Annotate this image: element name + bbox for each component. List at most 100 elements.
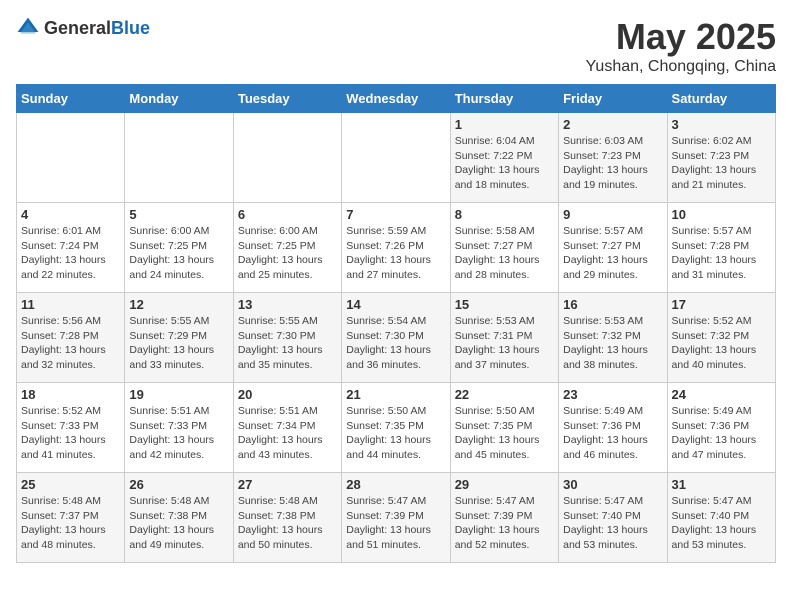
day-info: Sunrise: 5:47 AM Sunset: 7:39 PM Dayligh… [455, 494, 554, 553]
day-cell: 7 Sunrise: 5:59 AM Sunset: 7:26 PM Daylig… [342, 203, 450, 293]
day-cell: 23 Sunrise: 5:49 AM Sunset: 7:36 PM Dayli… [559, 383, 667, 473]
day-number: 20 [238, 387, 337, 402]
day-cell: 4 Sunrise: 6:01 AM Sunset: 7:24 PM Daylig… [17, 203, 125, 293]
header-cell-wednesday: Wednesday [342, 85, 450, 113]
day-info: Sunrise: 5:57 AM Sunset: 7:27 PM Dayligh… [563, 224, 662, 283]
day-number: 7 [346, 207, 445, 222]
day-info: Sunrise: 6:04 AM Sunset: 7:22 PM Dayligh… [455, 134, 554, 193]
day-info: Sunrise: 5:48 AM Sunset: 7:38 PM Dayligh… [238, 494, 337, 553]
day-number: 8 [455, 207, 554, 222]
day-info: Sunrise: 5:51 AM Sunset: 7:34 PM Dayligh… [238, 404, 337, 463]
day-cell: 25 Sunrise: 5:48 AM Sunset: 7:37 PM Dayli… [17, 473, 125, 563]
day-info: Sunrise: 6:00 AM Sunset: 7:25 PM Dayligh… [129, 224, 228, 283]
day-number: 6 [238, 207, 337, 222]
day-number: 19 [129, 387, 228, 402]
day-info: Sunrise: 5:52 AM Sunset: 7:33 PM Dayligh… [21, 404, 120, 463]
day-number: 23 [563, 387, 662, 402]
day-cell [17, 113, 125, 203]
day-cell: 17Sunrise: 5:52 AM Sunset: 7:32 PM Dayli… [667, 293, 775, 383]
header-cell-saturday: Saturday [667, 85, 775, 113]
header-cell-sunday: Sunday [17, 85, 125, 113]
logo: GeneralBlue [16, 16, 150, 40]
title-area: May 2025 Yushan, Chongqing, China [586, 16, 776, 76]
day-cell: 8 Sunrise: 5:58 AM Sunset: 7:27 PM Daylig… [450, 203, 558, 293]
day-cell: 27 Sunrise: 5:48 AM Sunset: 7:38 PM Dayli… [233, 473, 341, 563]
week-row-1: 1 Sunrise: 6:04 AM Sunset: 7:22 PM Daylig… [17, 113, 776, 203]
day-number: 27 [238, 477, 337, 492]
day-number: 29 [455, 477, 554, 492]
day-number: 26 [129, 477, 228, 492]
day-cell: 16 Sunrise: 5:53 AM Sunset: 7:32 PM Dayli… [559, 293, 667, 383]
day-info: Sunrise: 5:55 AM Sunset: 7:30 PM Dayligh… [238, 314, 337, 373]
header-cell-thursday: Thursday [450, 85, 558, 113]
day-info: Sunrise: 5:49 AM Sunset: 7:36 PM Dayligh… [563, 404, 662, 463]
day-info: Sunrise: 5:48 AM Sunset: 7:37 PM Dayligh… [21, 494, 120, 553]
day-info: Sunrise: 5:48 AM Sunset: 7:38 PM Dayligh… [129, 494, 228, 553]
calendar-body: 1 Sunrise: 6:04 AM Sunset: 7:22 PM Daylig… [17, 113, 776, 563]
day-cell [342, 113, 450, 203]
day-number: 4 [21, 207, 120, 222]
header-row: SundayMondayTuesdayWednesdayThursdayFrid… [17, 85, 776, 113]
day-cell [233, 113, 341, 203]
day-number: 18 [21, 387, 120, 402]
day-info: Sunrise: 5:51 AM Sunset: 7:33 PM Dayligh… [129, 404, 228, 463]
week-row-2: 4 Sunrise: 6:01 AM Sunset: 7:24 PM Daylig… [17, 203, 776, 293]
day-cell: 28Sunrise: 5:47 AM Sunset: 7:39 PM Dayli… [342, 473, 450, 563]
day-number: 25 [21, 477, 120, 492]
day-info: Sunrise: 5:53 AM Sunset: 7:31 PM Dayligh… [455, 314, 554, 373]
day-cell: 14Sunrise: 5:54 AM Sunset: 7:30 PM Dayli… [342, 293, 450, 383]
day-number: 24 [672, 387, 771, 402]
day-cell: 18 Sunrise: 5:52 AM Sunset: 7:33 PM Dayli… [17, 383, 125, 473]
calendar-table: SundayMondayTuesdayWednesdayThursdayFrid… [16, 84, 776, 563]
day-info: Sunrise: 5:50 AM Sunset: 7:35 PM Dayligh… [455, 404, 554, 463]
day-number: 1 [455, 117, 554, 132]
day-number: 3 [672, 117, 771, 132]
day-number: 30 [563, 477, 662, 492]
day-info: Sunrise: 6:02 AM Sunset: 7:23 PM Dayligh… [672, 134, 771, 193]
subtitle: Yushan, Chongqing, China [586, 58, 776, 76]
day-cell: 31 Sunrise: 5:47 AM Sunset: 7:40 PM Dayli… [667, 473, 775, 563]
day-cell: 11Sunrise: 5:56 AM Sunset: 7:28 PM Dayli… [17, 293, 125, 383]
day-cell: 21Sunrise: 5:50 AM Sunset: 7:35 PM Dayli… [342, 383, 450, 473]
week-row-4: 18 Sunrise: 5:52 AM Sunset: 7:33 PM Dayli… [17, 383, 776, 473]
day-info: Sunrise: 5:55 AM Sunset: 7:29 PM Dayligh… [129, 314, 228, 373]
day-info: Sunrise: 5:54 AM Sunset: 7:30 PM Dayligh… [346, 314, 445, 373]
week-row-5: 25 Sunrise: 5:48 AM Sunset: 7:37 PM Dayli… [17, 473, 776, 563]
day-info: Sunrise: 5:57 AM Sunset: 7:28 PM Dayligh… [672, 224, 771, 283]
day-cell [125, 113, 233, 203]
header-cell-monday: Monday [125, 85, 233, 113]
day-number: 12 [129, 297, 228, 312]
day-number: 2 [563, 117, 662, 132]
day-info: Sunrise: 6:00 AM Sunset: 7:25 PM Dayligh… [238, 224, 337, 283]
day-info: Sunrise: 5:58 AM Sunset: 7:27 PM Dayligh… [455, 224, 554, 283]
calendar-header: SundayMondayTuesdayWednesdayThursdayFrid… [17, 85, 776, 113]
day-info: Sunrise: 6:01 AM Sunset: 7:24 PM Dayligh… [21, 224, 120, 283]
day-info: Sunrise: 5:59 AM Sunset: 7:26 PM Dayligh… [346, 224, 445, 283]
day-info: Sunrise: 6:03 AM Sunset: 7:23 PM Dayligh… [563, 134, 662, 193]
day-number: 16 [563, 297, 662, 312]
logo-text-blue: Blue [111, 18, 150, 38]
day-cell: 29 Sunrise: 5:47 AM Sunset: 7:39 PM Dayli… [450, 473, 558, 563]
day-cell: 3 Sunrise: 6:02 AM Sunset: 7:23 PM Daylig… [667, 113, 775, 203]
day-number: 11 [21, 297, 120, 312]
day-cell: 10 Sunrise: 5:57 AM Sunset: 7:28 PM Dayli… [667, 203, 775, 293]
day-cell: 13Sunrise: 5:55 AM Sunset: 7:30 PM Dayli… [233, 293, 341, 383]
day-info: Sunrise: 5:52 AM Sunset: 7:32 PM Dayligh… [672, 314, 771, 373]
day-number: 21 [346, 387, 445, 402]
day-cell: 12 Sunrise: 5:55 AM Sunset: 7:29 PM Dayli… [125, 293, 233, 383]
day-number: 10 [672, 207, 771, 222]
day-cell: 9Sunrise: 5:57 AM Sunset: 7:27 PM Daylig… [559, 203, 667, 293]
day-cell: 15 Sunrise: 5:53 AM Sunset: 7:31 PM Dayli… [450, 293, 558, 383]
day-number: 15 [455, 297, 554, 312]
day-number: 31 [672, 477, 771, 492]
day-cell: 26 Sunrise: 5:48 AM Sunset: 7:38 PM Dayli… [125, 473, 233, 563]
day-info: Sunrise: 5:53 AM Sunset: 7:32 PM Dayligh… [563, 314, 662, 373]
header: GeneralBlue May 2025 Yushan, Chongqing, … [16, 16, 776, 76]
day-info: Sunrise: 5:47 AM Sunset: 7:39 PM Dayligh… [346, 494, 445, 553]
header-cell-tuesday: Tuesday [233, 85, 341, 113]
day-info: Sunrise: 5:49 AM Sunset: 7:36 PM Dayligh… [672, 404, 771, 463]
day-info: Sunrise: 5:47 AM Sunset: 7:40 PM Dayligh… [563, 494, 662, 553]
day-info: Sunrise: 5:47 AM Sunset: 7:40 PM Dayligh… [672, 494, 771, 553]
week-row-3: 11Sunrise: 5:56 AM Sunset: 7:28 PM Dayli… [17, 293, 776, 383]
day-cell: 6 Sunrise: 6:00 AM Sunset: 7:25 PM Daylig… [233, 203, 341, 293]
